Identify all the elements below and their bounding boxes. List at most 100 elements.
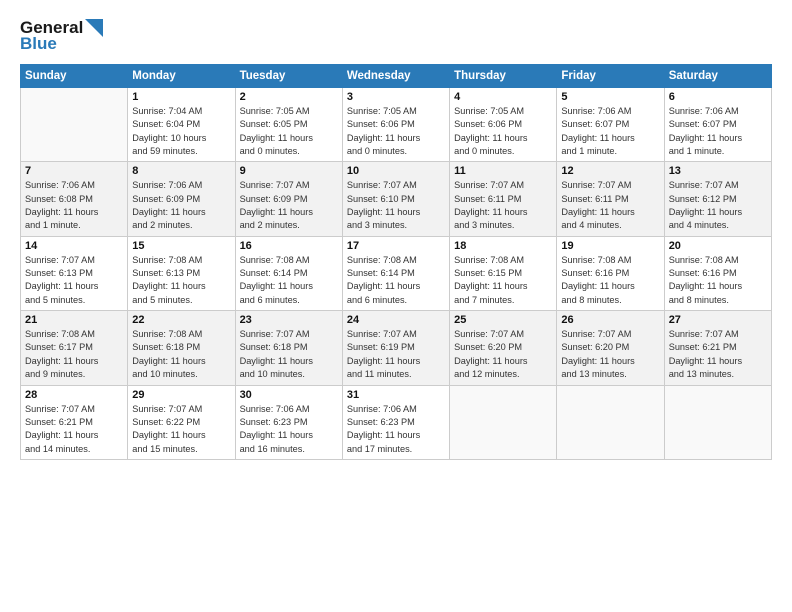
col-header-sunday: Sunday (21, 65, 128, 88)
day-number: 29 (132, 389, 230, 401)
col-header-monday: Monday (128, 65, 235, 88)
day-cell: 21Sunrise: 7:08 AM Sunset: 6:17 PM Dayli… (21, 311, 128, 385)
day-number: 20 (669, 240, 767, 252)
logo-text-blue: Blue (20, 34, 57, 54)
day-cell: 26Sunrise: 7:07 AM Sunset: 6:20 PM Dayli… (557, 311, 664, 385)
day-cell: 10 Sunrise: 7:07 AM Sunset: 6:10 PM Dayli… (342, 162, 449, 236)
day-number: 8 (132, 165, 230, 177)
day-number: 10 (347, 165, 445, 177)
day-info: Sunrise: 7:04 AM Sunset: 6:04 PM Dayligh… (132, 105, 230, 158)
day-cell: 15 Sunrise: 7:08 AM Sunset: 6:13 PM Dayli… (128, 236, 235, 310)
day-number: 30 (240, 389, 338, 401)
day-info: Sunrise: 7:06 AM Sunset: 6:07 PM Dayligh… (561, 105, 659, 158)
day-cell: 28 Sunrise: 7:07 AM Sunset: 6:21 PM Dayli… (21, 385, 128, 459)
day-number: 17 (347, 240, 445, 252)
week-row-3: 14 Sunrise: 7:07 AM Sunset: 6:13 PM Dayli… (21, 236, 772, 310)
day-cell (21, 88, 128, 162)
day-number: 15 (132, 240, 230, 252)
day-cell: 23 Sunrise: 7:07 AM Sunset: 6:18 PM Dayli… (235, 311, 342, 385)
day-info: Sunrise: 7:06 AM Sunset: 6:23 PM Dayligh… (240, 403, 338, 456)
day-info: Sunrise: 7:06 AM Sunset: 6:09 PM Dayligh… (132, 179, 230, 232)
day-number: 28 (25, 389, 123, 401)
day-cell: 4 Sunrise: 7:05 AM Sunset: 6:06 PM Daylig… (450, 88, 557, 162)
day-info: Sunrise: 7:05 AM Sunset: 6:06 PM Dayligh… (347, 105, 445, 158)
day-info: Sunrise: 7:05 AM Sunset: 6:05 PM Dayligh… (240, 105, 338, 158)
day-info: Sunrise: 7:07 AM Sunset: 6:11 PM Dayligh… (454, 179, 552, 232)
day-number: 21 (25, 314, 123, 326)
day-number: 13 (669, 165, 767, 177)
day-number: 22 (132, 314, 230, 326)
day-number: 6 (669, 91, 767, 103)
day-number: 4 (454, 91, 552, 103)
day-info: Sunrise: 7:08 AM Sunset: 6:14 PM Dayligh… (347, 254, 445, 307)
day-number: 31 (347, 389, 445, 401)
day-info: Sunrise: 7:08 AM Sunset: 6:16 PM Dayligh… (561, 254, 659, 307)
day-cell: 8 Sunrise: 7:06 AM Sunset: 6:09 PM Daylig… (128, 162, 235, 236)
week-row-5: 28 Sunrise: 7:07 AM Sunset: 6:21 PM Dayli… (21, 385, 772, 459)
day-cell: 25 Sunrise: 7:07 AM Sunset: 6:20 PM Dayli… (450, 311, 557, 385)
day-cell (664, 385, 771, 459)
day-cell (557, 385, 664, 459)
day-cell (450, 385, 557, 459)
day-number: 18 (454, 240, 552, 252)
day-info: Sunrise: 7:07 AM Sunset: 6:18 PM Dayligh… (240, 328, 338, 381)
day-info: Sunrise: 7:07 AM Sunset: 6:19 PM Dayligh… (347, 328, 445, 381)
day-number: 2 (240, 91, 338, 103)
day-info: Sunrise: 7:08 AM Sunset: 6:18 PM Dayligh… (132, 328, 230, 381)
day-info: Sunrise: 7:08 AM Sunset: 6:13 PM Dayligh… (132, 254, 230, 307)
week-row-4: 21Sunrise: 7:08 AM Sunset: 6:17 PM Dayli… (21, 311, 772, 385)
day-number: 11 (454, 165, 552, 177)
day-cell: 20 Sunrise: 7:08 AM Sunset: 6:16 PM Dayli… (664, 236, 771, 310)
day-info: Sunrise: 7:07 AM Sunset: 6:10 PM Dayligh… (347, 179, 445, 232)
day-info: Sunrise: 7:07 AM Sunset: 6:20 PM Dayligh… (561, 328, 659, 381)
calendar-table: SundayMondayTuesdayWednesdayThursdayFrid… (20, 64, 772, 460)
day-info: Sunrise: 7:06 AM Sunset: 6:08 PM Dayligh… (25, 179, 123, 232)
day-cell: 6 Sunrise: 7:06 AM Sunset: 6:07 PM Daylig… (664, 88, 771, 162)
day-number: 7 (25, 165, 123, 177)
day-info: Sunrise: 7:08 AM Sunset: 6:16 PM Dayligh… (669, 254, 767, 307)
day-cell: 27Sunrise: 7:07 AM Sunset: 6:21 PM Dayli… (664, 311, 771, 385)
header: General Blue (20, 18, 772, 54)
page: General Blue SundayMondayTuesdayWednesda… (0, 0, 792, 612)
day-cell: 12Sunrise: 7:07 AM Sunset: 6:11 PM Dayli… (557, 162, 664, 236)
day-info: Sunrise: 7:06 AM Sunset: 6:07 PM Dayligh… (669, 105, 767, 158)
day-number: 25 (454, 314, 552, 326)
day-info: Sunrise: 7:07 AM Sunset: 6:22 PM Dayligh… (132, 403, 230, 456)
day-cell: 11 Sunrise: 7:07 AM Sunset: 6:11 PM Dayli… (450, 162, 557, 236)
day-info: Sunrise: 7:07 AM Sunset: 6:21 PM Dayligh… (25, 403, 123, 456)
col-header-saturday: Saturday (664, 65, 771, 88)
day-cell: 9 Sunrise: 7:07 AM Sunset: 6:09 PM Daylig… (235, 162, 342, 236)
day-info: Sunrise: 7:07 AM Sunset: 6:09 PM Dayligh… (240, 179, 338, 232)
day-info: Sunrise: 7:05 AM Sunset: 6:06 PM Dayligh… (454, 105, 552, 158)
day-number: 23 (240, 314, 338, 326)
day-info: Sunrise: 7:08 AM Sunset: 6:15 PM Dayligh… (454, 254, 552, 307)
day-number: 16 (240, 240, 338, 252)
logo-brand: General Blue (20, 18, 103, 54)
day-number: 1 (132, 91, 230, 103)
day-info: Sunrise: 7:07 AM Sunset: 6:12 PM Dayligh… (669, 179, 767, 232)
day-cell: 3 Sunrise: 7:05 AM Sunset: 6:06 PM Daylig… (342, 88, 449, 162)
day-cell: 1 Sunrise: 7:04 AM Sunset: 6:04 PM Daylig… (128, 88, 235, 162)
col-header-thursday: Thursday (450, 65, 557, 88)
day-cell: 22 Sunrise: 7:08 AM Sunset: 6:18 PM Dayli… (128, 311, 235, 385)
col-header-wednesday: Wednesday (342, 65, 449, 88)
day-cell: 13 Sunrise: 7:07 AM Sunset: 6:12 PM Dayli… (664, 162, 771, 236)
day-info: Sunrise: 7:07 AM Sunset: 6:13 PM Dayligh… (25, 254, 123, 307)
day-cell: 31Sunrise: 7:06 AM Sunset: 6:23 PM Dayli… (342, 385, 449, 459)
day-number: 3 (347, 91, 445, 103)
day-cell: 18 Sunrise: 7:08 AM Sunset: 6:15 PM Dayli… (450, 236, 557, 310)
day-cell: 2 Sunrise: 7:05 AM Sunset: 6:05 PM Daylig… (235, 88, 342, 162)
col-header-friday: Friday (557, 65, 664, 88)
day-info: Sunrise: 7:07 AM Sunset: 6:20 PM Dayligh… (454, 328, 552, 381)
day-number: 9 (240, 165, 338, 177)
day-info: Sunrise: 7:08 AM Sunset: 6:14 PM Dayligh… (240, 254, 338, 307)
day-info: Sunrise: 7:07 AM Sunset: 6:21 PM Dayligh… (669, 328, 767, 381)
day-number: 19 (561, 240, 659, 252)
day-number: 5 (561, 91, 659, 103)
day-cell: 5 Sunrise: 7:06 AM Sunset: 6:07 PM Daylig… (557, 88, 664, 162)
logo-arrow-icon (85, 19, 103, 37)
day-cell: 30 Sunrise: 7:06 AM Sunset: 6:23 PM Dayli… (235, 385, 342, 459)
day-number: 14 (25, 240, 123, 252)
day-info: Sunrise: 7:07 AM Sunset: 6:11 PM Dayligh… (561, 179, 659, 232)
day-cell: 16 Sunrise: 7:08 AM Sunset: 6:14 PM Dayli… (235, 236, 342, 310)
